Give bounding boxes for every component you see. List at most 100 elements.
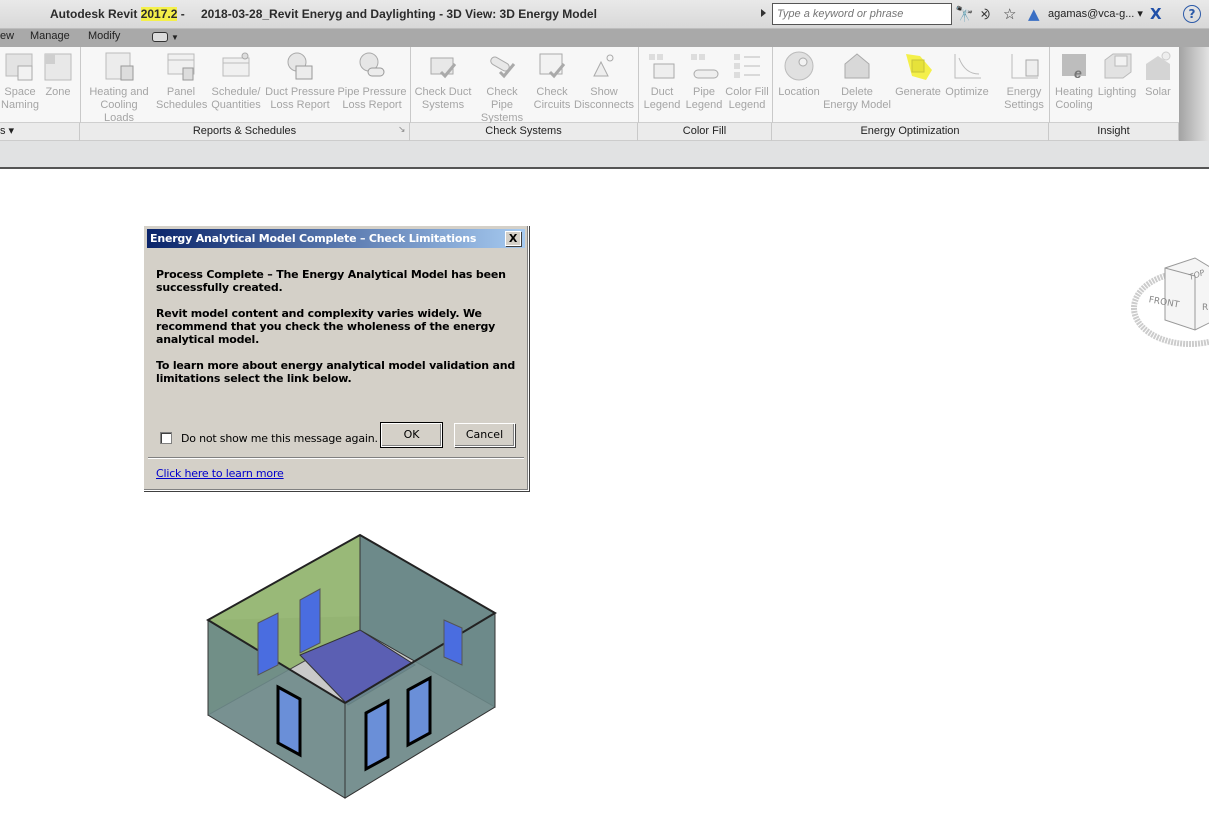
duct-legend-button[interactable]: Duct Legend <box>642 50 682 112</box>
button-label: Delete <box>841 86 873 98</box>
button-label: Check Duct <box>414 86 472 98</box>
search-expand-icon[interactable] <box>761 9 766 17</box>
button-label: Loss Report <box>270 99 330 111</box>
button-label: Show <box>590 86 618 98</box>
window <box>257 612 279 676</box>
show-disconnects-button[interactable]: Show Disconnects <box>574 50 634 112</box>
space-naming-button[interactable]: Space Naming <box>0 50 40 112</box>
button-label: Loss Report <box>342 99 402 111</box>
window <box>406 675 432 748</box>
check-circuits-button[interactable]: Check Circuits <box>532 50 572 112</box>
color-fill-legend-icon <box>734 54 760 78</box>
view-cube[interactable]: FRONT TOP R <box>1130 248 1209 358</box>
view-cube-right-face[interactable]: R <box>1202 303 1208 313</box>
window <box>299 588 321 654</box>
pipe-pressure-loss-report-button[interactable]: Pipe Pressure Loss Report <box>337 50 407 112</box>
do-not-show-label[interactable]: Do not show me this message again. <box>181 432 378 445</box>
help-icon[interactable]: ? <box>1183 5 1201 23</box>
energy-settings-button[interactable]: Energy Settings <box>1000 50 1048 112</box>
satellite-icon[interactable]: ⨵ <box>980 5 990 23</box>
pipe-pressure-icon <box>359 52 385 77</box>
solar-button[interactable]: Solar <box>1140 50 1176 99</box>
star-icon[interactable]: ☆ <box>1003 5 1016 23</box>
user-icon[interactable]: ▲ <box>1028 5 1040 23</box>
window <box>276 684 302 758</box>
panel-title-insight: Insight <box>1049 123 1179 141</box>
pipe-legend-icon <box>691 54 719 79</box>
dialog-message-3: To learn more about energy analytical mo… <box>156 359 516 385</box>
generate-icon <box>906 54 932 80</box>
button-label: Pipe <box>692 86 716 98</box>
app-version: 2017.2 <box>140 7 178 21</box>
tab-modify[interactable]: Modify <box>88 30 120 42</box>
button-label: Color Fill <box>725 86 769 98</box>
schedule-quantities-button[interactable]: Schedule/Quantities <box>208 50 264 112</box>
color-fill-legend-button[interactable]: Color Fill Legend <box>724 50 770 112</box>
check-pipe-systems-button[interactable]: Check Pipe Systems <box>474 50 530 125</box>
exchange-icon[interactable]: X <box>1150 5 1162 23</box>
space-naming-icon <box>5 53 33 81</box>
location-button[interactable]: Location <box>776 50 822 99</box>
button-label: Schedules <box>156 99 208 111</box>
panel-launcher-icon[interactable]: ↘ <box>398 125 406 135</box>
window <box>443 619 463 666</box>
schedule-quantities-icon <box>222 52 250 77</box>
heating-cooling-loads-button[interactable]: Heating and Cooling Loads <box>84 50 154 125</box>
tab-manage[interactable]: Manage <box>30 30 70 42</box>
pipe-legend-button[interactable]: Pipe Legend <box>684 50 724 112</box>
panel-schedules-button[interactable]: Panel Schedules <box>156 50 208 112</box>
cancel-button[interactable]: Cancel <box>454 423 515 447</box>
panel-title-reports-schedules: Reports & Schedules <box>80 123 410 141</box>
document-title: 2018-03-28_Revit Eneryg and Daylighting … <box>201 7 597 21</box>
button-label: Zone <box>45 86 71 98</box>
title-separator: - <box>177 7 189 21</box>
search-input[interactable] <box>772 3 952 25</box>
button-label: Legend <box>643 99 681 111</box>
button-label: Schedule/ <box>211 86 261 98</box>
button-label: Cooling Loads <box>100 99 138 124</box>
ok-button[interactable]: OK <box>380 422 443 448</box>
button-label: Panel <box>166 86 196 98</box>
button-label: Check Pipe <box>486 86 518 111</box>
solar-icon <box>1146 51 1171 80</box>
zone-icon <box>44 53 72 81</box>
user-menu[interactable]: agamas@vca-g... ▾ <box>1048 7 1143 20</box>
check-pipe-icon <box>490 56 516 79</box>
button-label: Legend <box>728 99 766 111</box>
button-label: Naming <box>1 99 39 111</box>
button-label: Generate <box>895 86 941 98</box>
energy-model-3d[interactable] <box>200 525 510 805</box>
ribbon-tab-bar: ew Manage Modify ▼ <box>0 29 1209 47</box>
generate-button[interactable]: Generate <box>892 50 944 99</box>
zone-button[interactable]: Zone <box>42 50 74 99</box>
chevron-down-icon[interactable]: ▼ <box>171 33 179 42</box>
window <box>364 698 390 772</box>
delete-energy-model-button[interactable]: Delete Energy Model <box>822 50 892 112</box>
do-not-show-checkbox[interactable] <box>160 432 172 444</box>
binoculars-icon[interactable]: 🔭 <box>955 5 974 23</box>
check-duct-systems-button[interactable]: Check Duct Systems <box>414 50 472 112</box>
duct-legend-icon <box>649 54 675 79</box>
close-button[interactable]: X <box>505 231 521 246</box>
lighting-button[interactable]: Lighting <box>1096 50 1138 99</box>
options-bar <box>0 141 1209 169</box>
app-name: Autodesk Revit <box>50 7 141 21</box>
button-label: Heating <box>1055 86 1093 98</box>
duct-pressure-loss-report-button[interactable]: Duct Pressure Loss Report <box>264 50 336 112</box>
delete-energy-model-icon <box>844 53 870 79</box>
button-label: Optimize <box>945 86 989 98</box>
heating-cooling-loads-icon <box>105 52 134 81</box>
learn-more-link[interactable]: Click here to learn more <box>156 467 284 480</box>
ribbon-scroll-area <box>1179 47 1209 141</box>
energy-settings-icon <box>1011 54 1039 79</box>
optimize-button[interactable]: Optimize <box>944 50 990 99</box>
ribbon-minimize-button[interactable] <box>152 32 168 42</box>
dialog-title-bar[interactable]: Energy Analytical Model Complete – Check… <box>147 229 525 248</box>
close-icon: X <box>508 232 518 245</box>
optimize-icon <box>954 54 981 79</box>
panel-title-analysis[interactable]: s ▾ <box>0 123 80 141</box>
app-title: Autodesk Revit 2017.2 - <box>50 7 188 21</box>
tab-view[interactable]: ew <box>0 30 14 42</box>
panel-title-check-systems: Check Systems <box>410 123 638 141</box>
heating-cooling-button[interactable]: e Heating Cooling <box>1053 50 1095 112</box>
